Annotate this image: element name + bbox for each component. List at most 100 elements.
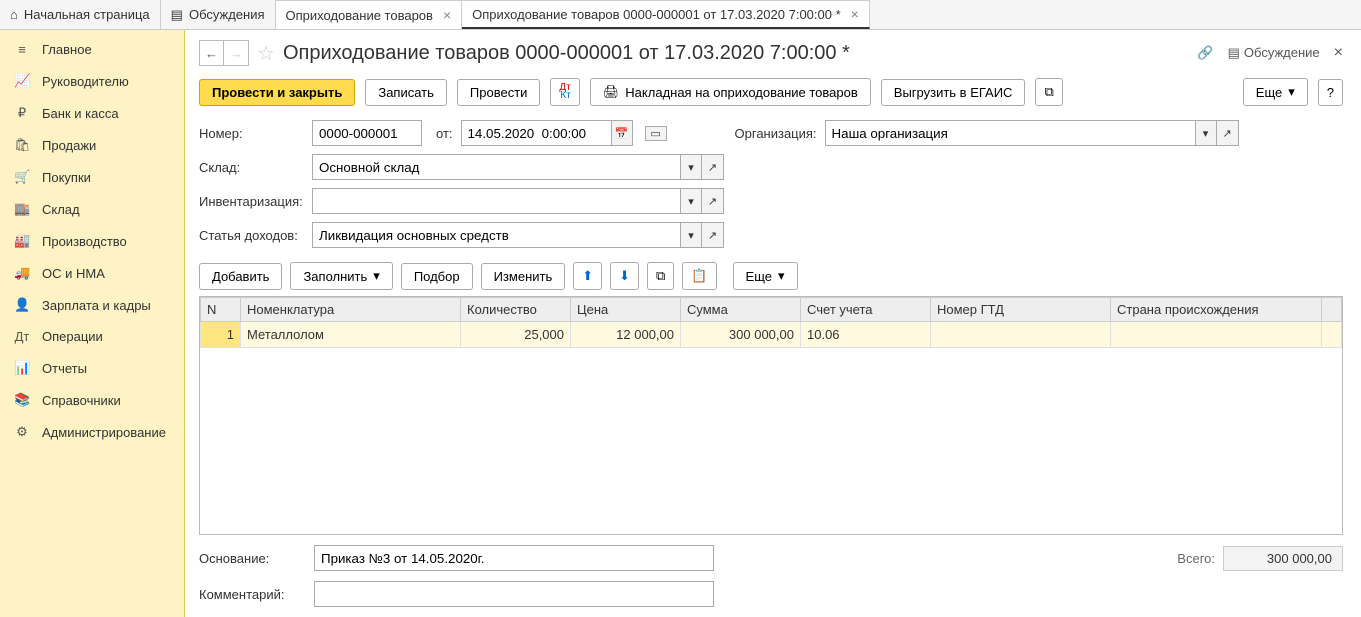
add-row-button[interactable]: Добавить <box>199 263 282 290</box>
number-input[interactable] <box>312 120 422 146</box>
close-icon[interactable]: × <box>851 6 859 22</box>
discussions-label: Обсуждения <box>189 7 265 22</box>
total-value: 300 000,00 <box>1223 546 1343 571</box>
org-dropdown-button[interactable]: ▾ <box>1195 120 1217 146</box>
bars-icon: 📊 <box>14 360 30 376</box>
cell-gtd[interactable] <box>931 322 1111 348</box>
col-gtd[interactable]: Номер ГТД <box>931 298 1111 322</box>
warehouse-input[interactable] <box>312 154 680 180</box>
total-label: Всего: <box>1177 551 1215 566</box>
books-icon: 📚 <box>14 392 30 408</box>
sidebar-item-label: Банк и касса <box>42 106 119 121</box>
cell-account[interactable]: 10.06 <box>801 322 931 348</box>
sidebar-item-label: Руководителю <box>42 74 129 89</box>
discussions-tab[interactable]: ▤ Обсуждения <box>161 0 276 29</box>
cell-qty[interactable]: 25,000 <box>461 322 571 348</box>
discussion-button[interactable]: ▤Обсуждение <box>1228 45 1320 61</box>
post-and-close-button[interactable]: Провести и закрыть <box>199 79 355 106</box>
inventory-label: Инвентаризация: <box>199 194 304 209</box>
sidebar-item-purchases[interactable]: 🛒Покупки <box>0 161 184 193</box>
arrow-down-icon: ⬇ <box>619 268 630 284</box>
dtkt-icon: Дт <box>14 329 30 344</box>
change-button[interactable]: Изменить <box>481 263 566 290</box>
link-icon[interactable]: 🔗 <box>1197 45 1213 61</box>
sidebar-item-manager[interactable]: 📈Руководителю <box>0 65 184 97</box>
cell-nomenclature[interactable]: Металлолом <box>241 322 461 348</box>
date-input[interactable] <box>461 120 611 146</box>
basis-input[interactable] <box>314 545 714 571</box>
sidebar-item-production[interactable]: 🏭Производство <box>0 225 184 257</box>
nav-back-button[interactable]: ← <box>200 41 224 65</box>
col-n[interactable]: N <box>201 298 241 322</box>
sidebar-item-reports[interactable]: 📊Отчеты <box>0 352 184 384</box>
comment-input[interactable] <box>314 581 714 607</box>
sidebar-item-label: Покупки <box>42 170 91 185</box>
sidebar-item-label: Главное <box>42 42 92 57</box>
home-tab[interactable]: ⌂ Начальная страница <box>0 0 161 29</box>
chevron-down-icon: ▾ <box>688 161 694 174</box>
more-button[interactable]: Еще ▾ <box>1243 78 1308 106</box>
calendar-icon: 📅 <box>615 127 629 140</box>
inventory-dropdown-button[interactable]: ▾ <box>680 188 702 214</box>
sidebar-item-warehouse[interactable]: 🏬Склад <box>0 193 184 225</box>
table-row[interactable]: 1 Металлолом 25,000 12 000,00 300 000,00… <box>201 322 1342 348</box>
sidebar-item-catalogs[interactable]: 📚Справочники <box>0 384 184 416</box>
move-down-button[interactable]: ⬇ <box>610 262 639 290</box>
sidebar-item-admin[interactable]: ⚙Администрирование <box>0 416 184 448</box>
paste-button[interactable]: 📋 <box>682 262 716 290</box>
col-qty[interactable]: Количество <box>461 298 571 322</box>
chevron-down-icon: ▾ <box>373 268 380 284</box>
sidebar-item-operations[interactable]: ДтОперации <box>0 321 184 352</box>
doc-tab-1[interactable]: Оприходование товаров × <box>276 0 463 29</box>
sidebar-item-assets[interactable]: 🚚ОС и НМА <box>0 257 184 289</box>
copy-button[interactable]: ⧉ <box>647 262 674 290</box>
income-open-button[interactable]: ↗ <box>702 222 724 248</box>
number-label: Номер: <box>199 126 304 141</box>
nav-forward-button[interactable]: → <box>224 41 248 65</box>
col-price[interactable]: Цена <box>571 298 681 322</box>
cell-sum[interactable]: 300 000,00 <box>681 322 801 348</box>
structure-button[interactable]: ⧉ <box>1035 78 1062 106</box>
egais-button[interactable]: Выгрузить в ЕГАИС <box>881 79 1026 106</box>
cell-n[interactable]: 1 <box>201 322 241 348</box>
favorite-star-icon[interactable]: ☆ <box>257 41 275 66</box>
cell-price[interactable]: 12 000,00 <box>571 322 681 348</box>
fill-button[interactable]: Заполнить ▾ <box>290 262 392 290</box>
move-up-button[interactable]: ⬆ <box>573 262 602 290</box>
warehouse-open-button[interactable]: ↗ <box>702 154 724 180</box>
help-button[interactable]: ? <box>1318 79 1343 106</box>
post-button[interactable]: Провести <box>457 79 541 106</box>
col-nomenclature[interactable]: Номенклатура <box>241 298 461 322</box>
cell-country[interactable] <box>1111 322 1322 348</box>
col-country[interactable]: Страна происхождения <box>1111 298 1322 322</box>
org-input[interactable] <box>825 120 1195 146</box>
income-input[interactable] <box>312 222 680 248</box>
col-sum[interactable]: Сумма <box>681 298 801 322</box>
extra-button[interactable]: ▭ <box>645 126 667 141</box>
org-open-button[interactable]: ↗ <box>1217 120 1239 146</box>
cell-spacer <box>1322 322 1342 348</box>
inventory-open-button[interactable]: ↗ <box>702 188 724 214</box>
inventory-input[interactable] <box>312 188 680 214</box>
print-invoice-button[interactable]: 🖨Накладная на оприходование товаров <box>590 78 871 106</box>
warehouse-dropdown-button[interactable]: ▾ <box>680 154 702 180</box>
close-icon[interactable]: × <box>1334 44 1343 62</box>
doc-tab-2[interactable]: Оприходование товаров 0000-000001 от 17.… <box>462 0 870 29</box>
sidebar-item-salary[interactable]: 👤Зарплата и кадры <box>0 289 184 321</box>
table-more-button[interactable]: Еще ▾ <box>733 262 798 290</box>
save-button[interactable]: Записать <box>365 79 447 106</box>
chevron-down-icon: ▾ <box>778 268 785 284</box>
calendar-button[interactable]: 📅 <box>611 120 633 146</box>
col-account[interactable]: Счет учета <box>801 298 931 322</box>
items-grid[interactable]: N Номенклатура Количество Цена Сумма Сче… <box>199 296 1343 535</box>
btn-label: Выгрузить в ЕГАИС <box>894 85 1013 100</box>
sidebar-item-main[interactable]: ≡Главное <box>0 34 184 65</box>
sidebar-item-sales[interactable]: 🛍Продажи <box>0 129 184 161</box>
sidebar-item-bank[interactable]: ₽Банк и касса <box>0 97 184 129</box>
select-button[interactable]: Подбор <box>401 263 473 290</box>
btn-label: Провести <box>470 85 528 100</box>
dtkt-button[interactable]: ДтКт <box>550 78 579 106</box>
income-dropdown-button[interactable]: ▾ <box>680 222 702 248</box>
sidebar-item-label: Зарплата и кадры <box>42 298 151 313</box>
close-icon[interactable]: × <box>443 7 451 23</box>
